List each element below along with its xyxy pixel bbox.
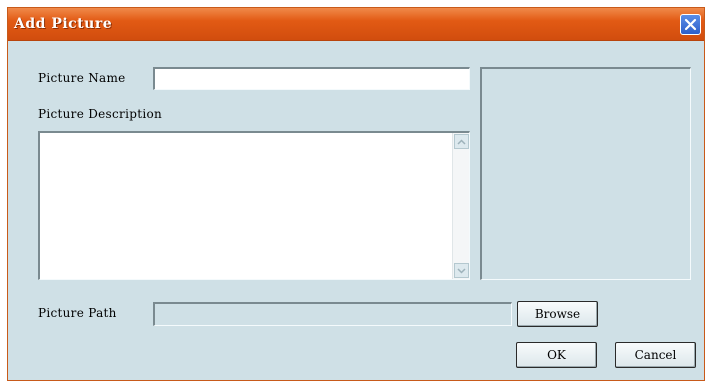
- title-bar[interactable]: Add Picture: [8, 8, 704, 41]
- close-icon: [684, 18, 697, 31]
- chevron-down-icon: [457, 267, 466, 274]
- picture-description-textarea[interactable]: [38, 131, 470, 280]
- picture-path-label: Picture Path: [38, 306, 117, 320]
- ok-button[interactable]: OK: [516, 342, 597, 368]
- picture-path-field[interactable]: [153, 302, 512, 326]
- close-button[interactable]: [680, 14, 701, 35]
- add-picture-dialog: Add Picture Picture Name Picture Descrip…: [7, 7, 705, 381]
- dialog-title: Add Picture: [14, 16, 113, 32]
- chevron-up-icon: [457, 138, 466, 145]
- scroll-down-button[interactable]: [454, 263, 469, 278]
- picture-name-input[interactable]: [153, 67, 470, 90]
- browse-button[interactable]: Browse: [517, 301, 598, 327]
- scroll-up-button[interactable]: [454, 134, 469, 149]
- cancel-button[interactable]: Cancel: [615, 342, 696, 368]
- picture-preview: [480, 67, 691, 280]
- picture-name-label: Picture Name: [38, 71, 126, 85]
- picture-description-label: Picture Description: [38, 107, 163, 121]
- description-scrollbar[interactable]: [452, 133, 469, 279]
